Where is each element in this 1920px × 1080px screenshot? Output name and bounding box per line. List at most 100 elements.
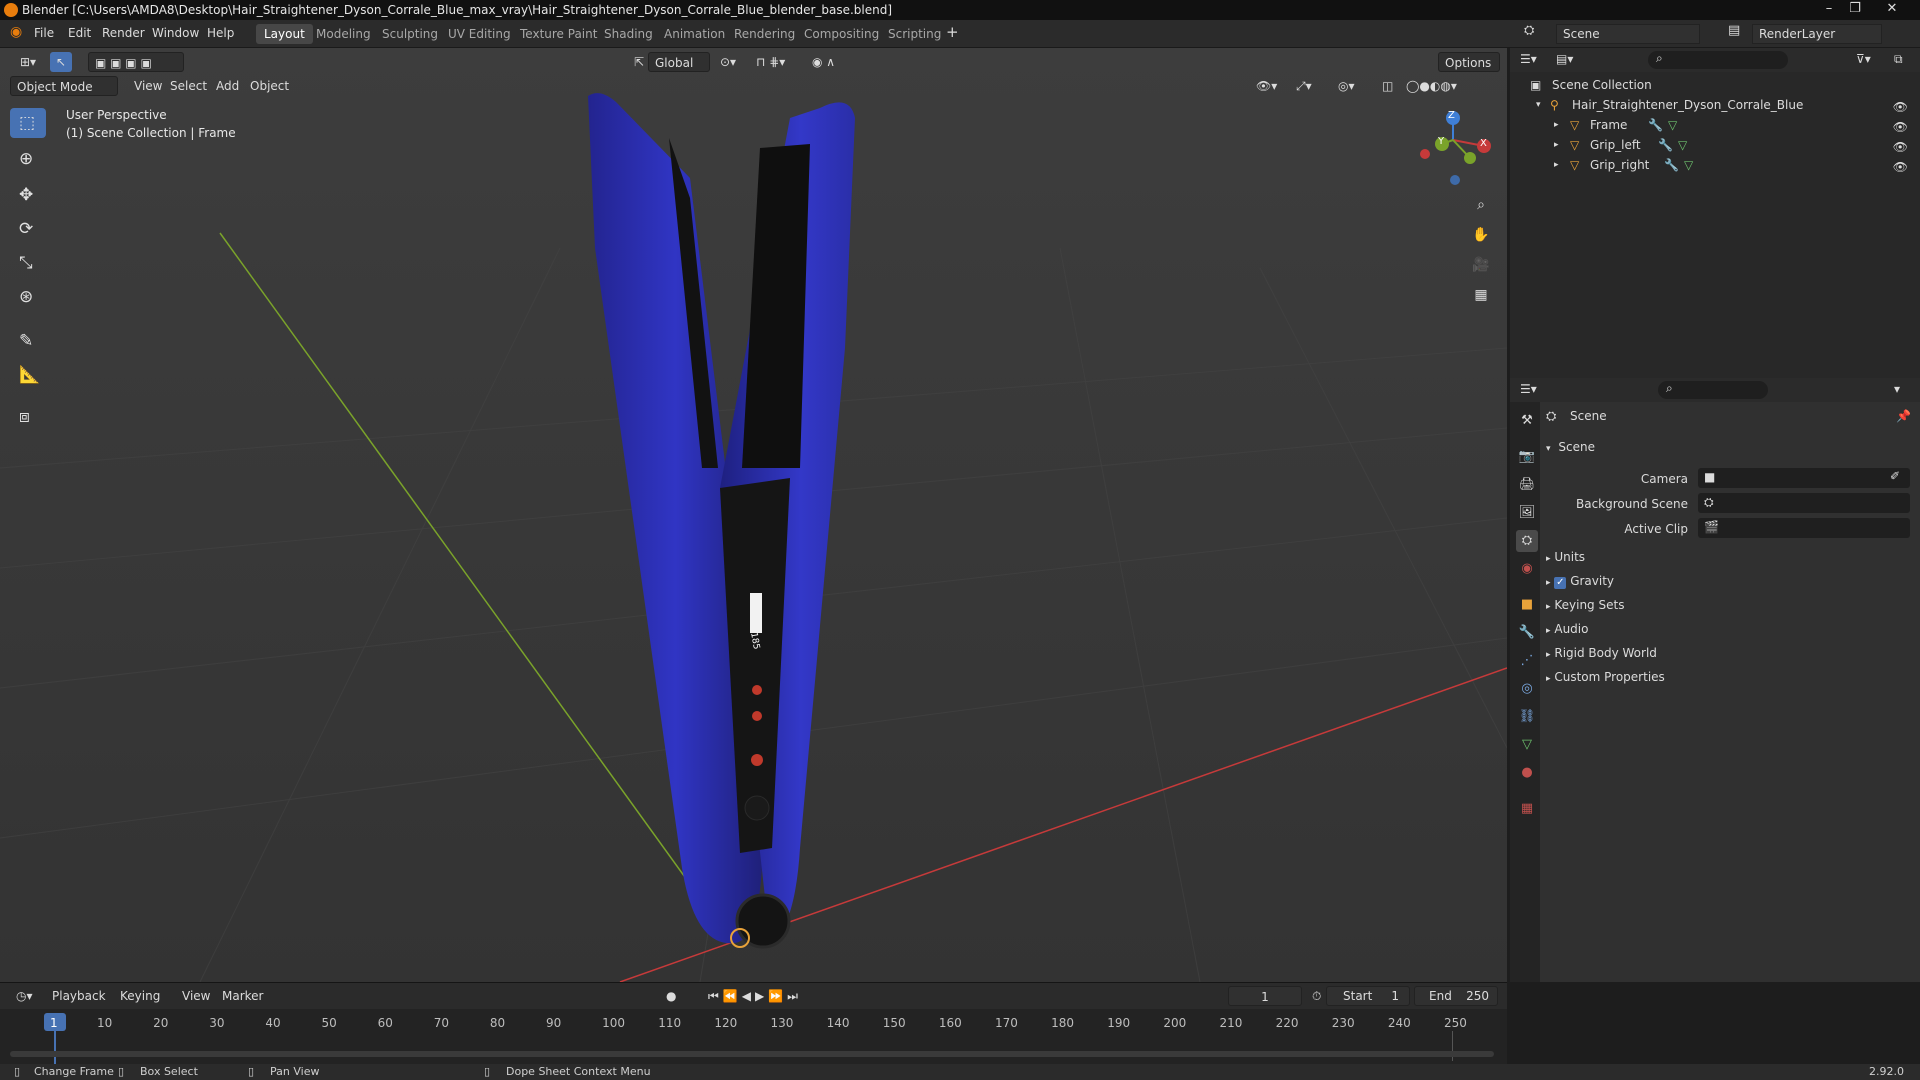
- panel-rigid-body-world[interactable]: ▸ Rigid Body World: [1546, 642, 1657, 664]
- gizmo-x-label[interactable]: X: [1480, 138, 1487, 149]
- outliner-row-grip-left[interactable]: ▸ ▽ Grip_left 🔧 ▽ 👁: [1510, 135, 1920, 155]
- output-tab-icon[interactable]: 🖨: [1516, 474, 1538, 496]
- menu-playback[interactable]: Playback: [46, 986, 112, 1006]
- end-frame-field[interactable]: End 250: [1414, 986, 1498, 1006]
- material-tab-icon[interactable]: ●: [1516, 762, 1538, 784]
- panel-units[interactable]: ▸ Units: [1546, 546, 1585, 568]
- eye-icon[interactable]: 👁: [1893, 117, 1908, 137]
- outliner-row-scene-collection[interactable]: ▣ Scene Collection: [1510, 75, 1920, 95]
- texture-tab-icon[interactable]: ▦: [1516, 798, 1538, 820]
- playback-controls[interactable]: ⏮⏪◀▶⏩⏭: [702, 986, 808, 1006]
- panel-keying-sets[interactable]: ▸ Keying Sets: [1546, 594, 1624, 616]
- overlays-icon[interactable]: ◎▾: [1332, 76, 1361, 96]
- minimize-icon[interactable]: –: [1818, 0, 1840, 20]
- current-frame-field[interactable]: 1: [1228, 986, 1302, 1006]
- menu-select[interactable]: Select: [164, 76, 213, 96]
- tab-rendering[interactable]: Rendering: [726, 24, 803, 44]
- tab-sculpting[interactable]: Sculpting: [374, 24, 446, 44]
- ortho-grid-icon[interactable]: ▦: [1468, 282, 1494, 308]
- shading-mode-buttons[interactable]: ◯●◐◍▾: [1400, 76, 1463, 96]
- menu-view[interactable]: View: [128, 76, 168, 96]
- tab-animation[interactable]: Animation: [656, 24, 733, 44]
- tool-tab-icon[interactable]: ⚒: [1516, 410, 1538, 432]
- properties-search-input[interactable]: ⌕: [1658, 381, 1768, 399]
- menu-help[interactable]: Help: [207, 26, 234, 40]
- panel-custom-properties[interactable]: ▸ Custom Properties: [1546, 666, 1665, 688]
- blender-menu-icon[interactable]: ◉: [10, 24, 22, 40]
- menu-object[interactable]: Object: [244, 76, 295, 96]
- tab-uv-editing[interactable]: UV Editing: [440, 24, 519, 44]
- expand-arrow-icon[interactable]: ▸: [1554, 135, 1559, 155]
- eye-icon[interactable]: 👁: [1893, 97, 1908, 117]
- gizmo-toggle-icon[interactable]: ⤢▾: [1290, 76, 1318, 96]
- timeline-editor-icon[interactable]: ◷▾: [10, 986, 39, 1006]
- menu-window[interactable]: Window: [152, 26, 199, 40]
- menu-file[interactable]: File: [34, 26, 54, 40]
- tab-shading[interactable]: Shading: [596, 24, 661, 44]
- object-tab-icon[interactable]: ■: [1516, 594, 1538, 616]
- tool-scale[interactable]: ⤡: [10, 248, 46, 278]
- tool-measure[interactable]: 📐: [10, 360, 46, 390]
- new-collection-icon[interactable]: ⧉: [1894, 52, 1903, 67]
- zoom-icon[interactable]: ⌕: [1468, 192, 1494, 218]
- outliner-row-grip-right[interactable]: ▸ ▽ Grip_right 🔧 ▽ 👁: [1510, 155, 1920, 175]
- tool-add-cube[interactable]: ⧈: [10, 402, 46, 432]
- gizmo-y-label[interactable]: Y: [1438, 136, 1444, 147]
- tab-layout[interactable]: Layout: [256, 24, 313, 44]
- scene-tab-icon[interactable]: ⛭: [1516, 530, 1538, 552]
- proportional-icon[interactable]: ◉ ∧: [806, 52, 841, 72]
- panel-audio[interactable]: ▸ Audio: [1546, 618, 1588, 640]
- camera-field[interactable]: ■ ✐: [1698, 468, 1910, 488]
- data-tab-icon[interactable]: ▽: [1516, 734, 1538, 756]
- constraints-tab-icon[interactable]: ⛓: [1516, 706, 1538, 728]
- gravity-checkbox[interactable]: ✓: [1554, 577, 1567, 589]
- mode-select[interactable]: Object Mode: [10, 76, 118, 96]
- render-tab-icon[interactable]: 📷: [1516, 446, 1538, 468]
- display-mode-icon[interactable]: ▤▾: [1556, 52, 1573, 66]
- gizmo-z-label[interactable]: Z: [1448, 110, 1455, 121]
- scene-selector[interactable]: Scene: [1556, 24, 1700, 44]
- physics-tab-icon[interactable]: ◎: [1516, 678, 1538, 700]
- maximize-icon[interactable]: ❐: [1844, 0, 1866, 20]
- scene-panel-header[interactable]: ▾ Scene: [1546, 436, 1595, 458]
- menu-timeline-view[interactable]: View: [176, 986, 216, 1006]
- menu-keying[interactable]: Keying: [114, 986, 166, 1006]
- render-layer-selector[interactable]: RenderLayer: [1752, 24, 1882, 44]
- world-tab-icon[interactable]: ◉: [1516, 558, 1538, 580]
- pivot-icon[interactable]: ⊙▾: [714, 52, 742, 72]
- eye-icon[interactable]: 👁: [1893, 137, 1908, 157]
- editor-type-icon[interactable]: ⊞▾: [14, 52, 42, 72]
- start-frame-field[interactable]: Start 1: [1326, 986, 1410, 1006]
- filter-icon[interactable]: ⊽▾: [1856, 52, 1871, 66]
- eye-icon[interactable]: 👁: [1893, 157, 1908, 177]
- collapse-icon[interactable]: ▾: [1894, 382, 1900, 396]
- snap-icon[interactable]: ⊓ ⋕▾: [750, 52, 791, 72]
- xray-icon[interactable]: ◫: [1376, 76, 1399, 96]
- stopwatch-icon[interactable]: ⏱: [1306, 986, 1327, 1006]
- frame-ruler[interactable]: [12, 1013, 1492, 1035]
- close-icon[interactable]: ✕: [1872, 0, 1912, 20]
- expand-arrow-icon[interactable]: ▸: [1554, 115, 1559, 135]
- outliner-search-input[interactable]: ⌕: [1648, 51, 1788, 69]
- background-scene-field[interactable]: ⛭: [1698, 493, 1910, 513]
- tab-texture-paint[interactable]: Texture Paint: [512, 24, 605, 44]
- tab-scripting[interactable]: Scripting: [880, 24, 949, 44]
- add-workspace-icon[interactable]: +: [946, 23, 959, 41]
- pan-hand-icon[interactable]: ✋: [1468, 222, 1494, 248]
- tool-cursor[interactable]: ⊕: [10, 144, 46, 174]
- view-layer-tab-icon[interactable]: 🖼: [1516, 502, 1538, 524]
- tool-rotate[interactable]: ⟳: [10, 214, 46, 244]
- tab-compositing[interactable]: Compositing: [796, 24, 887, 44]
- selection-mode-buttons[interactable]: ▣ ▣ ▣ ▣: [88, 52, 184, 72]
- tool-select-box[interactable]: ⬚: [10, 108, 46, 138]
- transform-orientation-select[interactable]: Global: [648, 52, 710, 72]
- 3d-viewport[interactable]: ⊞▾ ↖ ▣ ▣ ▣ ▣ ⇱ Global ⊙▾ ⊓ ⋕▾ ◉ ∧ Option…: [0, 48, 1507, 982]
- expand-arrow-icon[interactable]: ▾: [1536, 95, 1541, 115]
- options-dropdown[interactable]: Options: [1438, 52, 1500, 72]
- properties-editor-icon[interactable]: ☰▾: [1520, 382, 1537, 396]
- expand-arrow-icon[interactable]: ▸: [1554, 155, 1559, 175]
- tool-move[interactable]: ✥: [10, 180, 46, 210]
- timeline-scrollbar[interactable]: [10, 1051, 1494, 1057]
- menu-marker[interactable]: Marker: [216, 986, 269, 1006]
- tab-modeling[interactable]: Modeling: [308, 24, 379, 44]
